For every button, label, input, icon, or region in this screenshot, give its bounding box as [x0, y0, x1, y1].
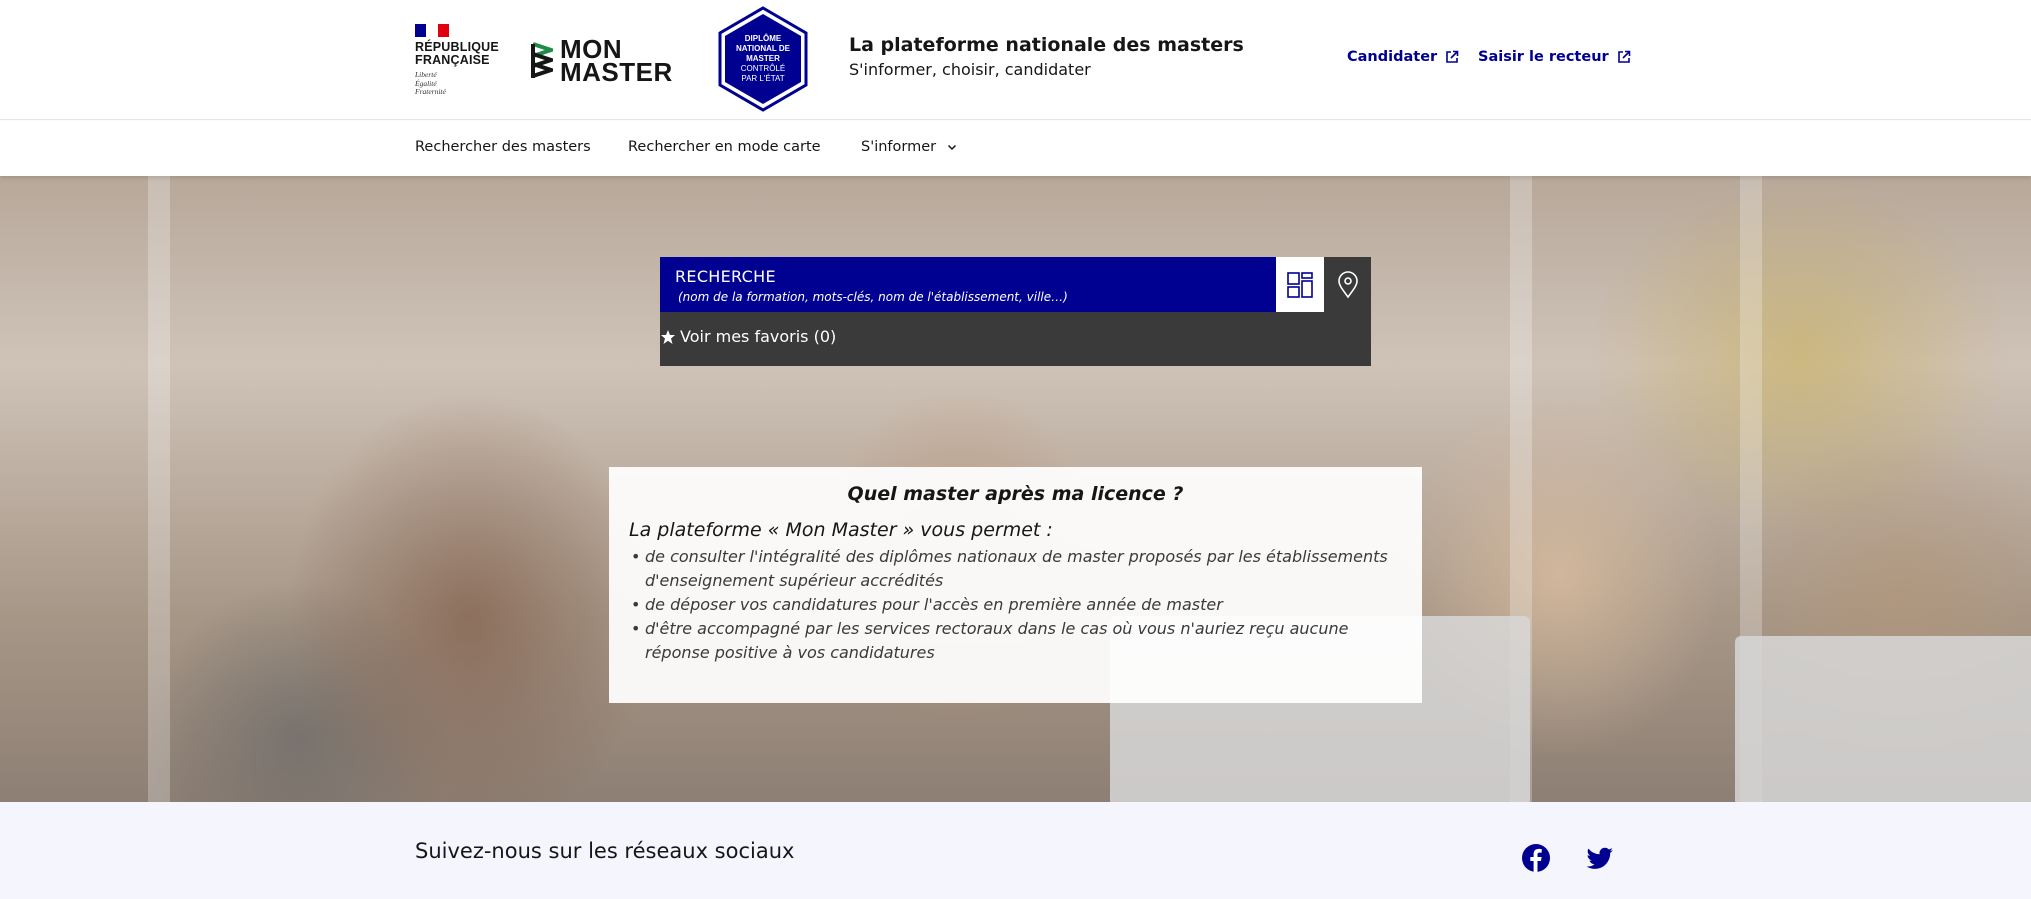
social-title: Suivez-nous sur les réseaux sociaux: [415, 839, 795, 863]
twitter-icon[interactable]: [1585, 843, 1615, 873]
nav-item-mode-carte[interactable]: Rechercher en mode carte: [628, 139, 821, 155]
chevron-down-icon: [948, 144, 957, 151]
mon-master-logo[interactable]: MON MASTER: [531, 34, 673, 87]
site-title: La plateforme nationale des masters: [849, 34, 1244, 56]
republique-motto: Liberté Égalité Fraternité: [415, 70, 446, 96]
nav-item-s-informer[interactable]: S'informer: [861, 139, 958, 155]
site-tagline: La plateforme nationale des masters S'in…: [849, 33, 1244, 81]
list-item: de déposer vos candidatures pour l'accès…: [629, 593, 1402, 617]
search-panel: RECHERCHE (nom de la formation, mots-clé…: [660, 257, 1371, 366]
external-link-icon: [1617, 50, 1630, 63]
info-list: de consulter l'intégralité des diplômes …: [629, 545, 1402, 665]
facebook-icon[interactable]: [1521, 843, 1551, 873]
republique-label: RÉPUBLIQUE FRANÇAISE: [415, 40, 499, 67]
site-subtitle: S'informer, choisir, candidater: [849, 60, 1091, 79]
republique-francaise-logo[interactable]: RÉPUBLIQUE FRANÇAISE Liberté Égalité Fra…: [415, 24, 499, 97]
nav-item-rechercher-masters[interactable]: Rechercher des masters: [415, 139, 591, 155]
mon-master-mark-icon: [531, 42, 553, 78]
grid-view-button[interactable]: [1276, 257, 1324, 312]
hero-banner: RECHERCHE (nom de la formation, mots-clé…: [0, 176, 2031, 802]
info-lead: La plateforme « Mon Master » vous permet…: [629, 519, 1053, 541]
search-input[interactable]: RECHERCHE (nom de la formation, mots-clé…: [660, 257, 1276, 312]
social-section: Suivez-nous sur les réseaux sociaux: [0, 802, 2031, 899]
info-question: Quel master après ma licence ?: [847, 483, 1184, 505]
site-header: RÉPUBLIQUE FRANÇAISE Liberté Égalité Fra…: [0, 0, 2031, 120]
diplome-controle-badge: DIPLÔME NATIONAL DE MASTER CONTRÔLÉ PAR …: [716, 6, 810, 112]
list-item: de consulter l'intégralité des diplômes …: [629, 545, 1402, 593]
mon-master-wordmark: MON MASTER: [560, 34, 673, 87]
map-view-button[interactable]: [1324, 257, 1371, 312]
star-icon: [661, 329, 675, 344]
favorites-link[interactable]: Voir mes favoris (0): [660, 327, 836, 346]
map-pin-icon: [1337, 270, 1358, 298]
saisir-recteur-link[interactable]: Saisir le recteur: [1478, 49, 1631, 65]
external-link-icon: [1446, 50, 1459, 63]
main-navigation: Rechercher des masters Rechercher en mod…: [0, 121, 2031, 176]
list-item: d'être accompagné par les services recto…: [629, 617, 1402, 665]
grid-view-icon: [1287, 271, 1313, 298]
french-flag-icon: [415, 24, 449, 37]
info-box: Quel master après ma licence ? La platef…: [609, 467, 1422, 703]
candidater-link[interactable]: Candidater: [1347, 49, 1459, 65]
